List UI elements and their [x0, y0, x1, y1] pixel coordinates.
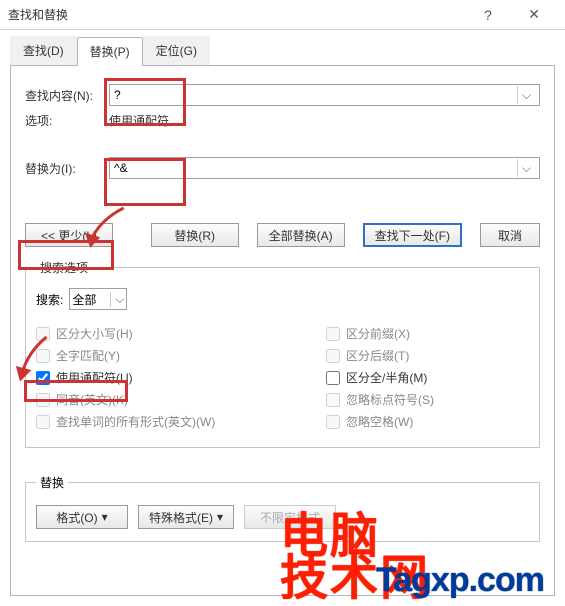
suffix-checkbox: 区分后缀(T) — [326, 347, 529, 364]
replace-label: 替换为(I): — [25, 160, 109, 177]
find-options-row: 选项: 使用通配符 — [25, 112, 540, 129]
replace-combo[interactable]: ⌵ — [109, 157, 540, 179]
tab-replace[interactable]: 替换(P) — [77, 37, 143, 66]
match-case-checkbox: 区分大小写(H) — [36, 325, 326, 342]
find-combo[interactable]: ⌵ — [109, 84, 540, 106]
chevron-down-icon: ▾ — [217, 510, 223, 524]
options-label: 选项: — [25, 112, 109, 129]
ignore-punct-checkbox: 忽略标点符号(S) — [326, 391, 529, 408]
replace-input[interactable] — [114, 159, 517, 177]
tab-find[interactable]: 查找(D) — [10, 36, 77, 65]
checkbox-grid: 区分大小写(H) 全字匹配(Y) 使用通配符(U) 同音(英文)(K) 查找单词… — [36, 320, 529, 435]
dialog-title: 查找和替换 — [8, 6, 465, 23]
no-format-button: 不限定格式 — [244, 505, 336, 529]
chevron-down-icon[interactable]: ⌵ — [517, 86, 535, 104]
close-icon[interactable]: ✕ — [511, 0, 557, 30]
find-next-button[interactable]: 查找下一处(F) — [363, 223, 462, 247]
format-button[interactable]: 格式(O)▾ — [36, 505, 128, 529]
find-input[interactable] — [114, 86, 517, 104]
ignore-space-checkbox: 忽略空格(W) — [326, 413, 529, 430]
full-half-checkbox[interactable]: 区分全/半角(M) — [326, 369, 529, 386]
options-value: 使用通配符 — [109, 112, 169, 129]
search-direction-row: 搜索: 全部 ⌵ — [36, 288, 529, 310]
chevron-down-icon: ⌵ — [110, 292, 124, 307]
chevron-down-icon[interactable]: ⌵ — [517, 159, 535, 177]
replace-button[interactable]: 替换(R) — [151, 223, 239, 247]
search-direction-label: 搜索: — [36, 291, 63, 308]
search-direction-select[interactable]: 全部 ⌵ — [69, 288, 127, 310]
tabs: 查找(D) 替换(P) 定位(G) — [10, 38, 555, 66]
search-options-legend: 搜索选项 — [36, 259, 92, 276]
tab-goto[interactable]: 定位(G) — [143, 36, 210, 65]
replace-all-button[interactable]: 全部替换(A) — [257, 223, 345, 247]
help-icon[interactable]: ? — [465, 0, 511, 30]
less-button[interactable]: << 更少(L) — [25, 223, 113, 247]
wildcards-checkbox[interactable]: 使用通配符(U) — [36, 369, 326, 386]
button-row: << 更少(L) 替换(R) 全部替换(A) 查找下一处(F) 取消 — [25, 223, 540, 247]
sounds-like-checkbox: 同音(英文)(K) — [36, 391, 326, 408]
search-direction-value: 全部 — [72, 291, 96, 308]
cancel-button[interactable]: 取消 — [480, 223, 540, 247]
replace-fieldset: 替换 格式(O)▾ 特殊格式(E)▾ 不限定格式 — [25, 474, 540, 542]
search-options-fieldset: 搜索选项 搜索: 全部 ⌵ 区分大小写(H) 全字匹配(Y) 使用通配符(U) … — [25, 259, 540, 448]
find-row: 查找内容(N): ⌵ — [25, 84, 540, 106]
tabpanel-replace: 查找内容(N): ⌵ 选项: 使用通配符 替换为(I): ⌵ << 更少(L) … — [10, 66, 555, 596]
whole-word-checkbox: 全字匹配(Y) — [36, 347, 326, 364]
all-word-forms-checkbox: 查找单词的所有形式(英文)(W) — [36, 413, 326, 430]
prefix-checkbox: 区分前缀(X) — [326, 325, 529, 342]
replace-row: 替换为(I): ⌵ — [25, 157, 540, 179]
find-label: 查找内容(N): — [25, 87, 109, 104]
dialog-body: 查找(D) 替换(P) 定位(G) 查找内容(N): ⌵ 选项: 使用通配符 替… — [0, 30, 565, 606]
special-format-button[interactable]: 特殊格式(E)▾ — [138, 505, 234, 529]
titlebar: 查找和替换 ? ✕ — [0, 0, 565, 30]
replace-fieldset-legend: 替换 — [36, 474, 68, 491]
chevron-down-icon: ▾ — [102, 510, 108, 524]
